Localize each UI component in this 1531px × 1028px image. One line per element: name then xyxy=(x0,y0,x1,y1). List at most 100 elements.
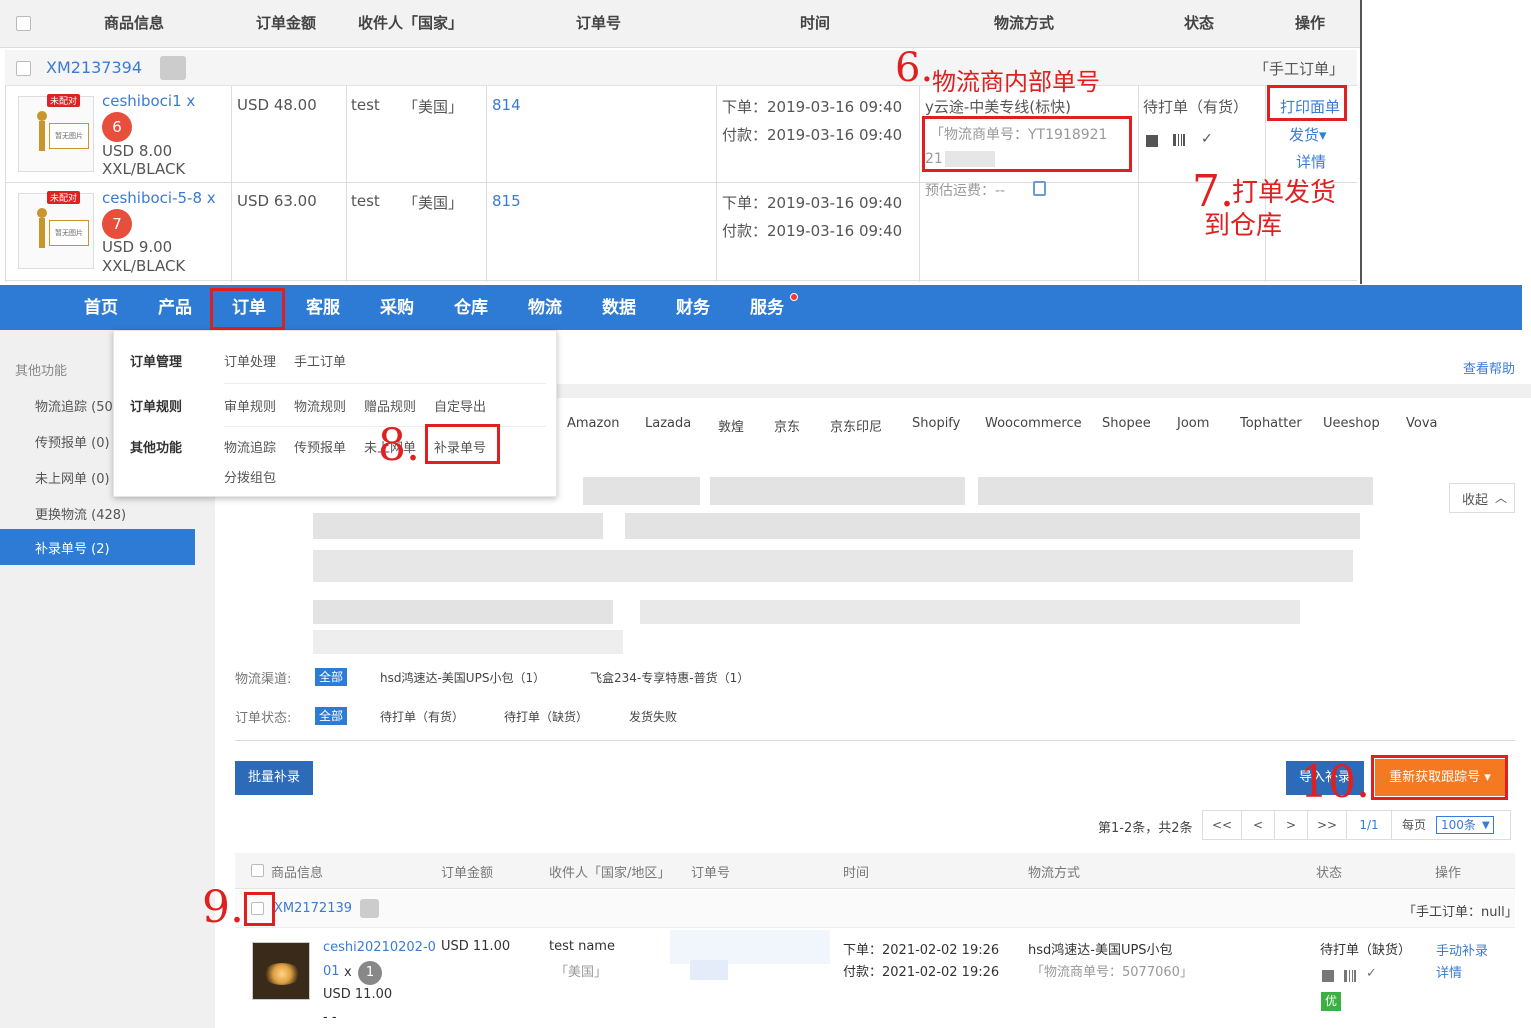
ship-dropdown[interactable]: 发货▾ xyxy=(1289,124,1327,145)
bottom-detail-link[interactable]: 详情 xyxy=(1436,962,1462,981)
platform-dhgate[interactable]: 敦煌 xyxy=(718,416,744,435)
bottom-logistics: hsd鸿速达-美国UPS小包 xyxy=(1028,943,1173,958)
batch-supplement-button[interactable]: 批量补录 xyxy=(235,761,313,795)
platform-amazon[interactable]: Amazon xyxy=(567,416,620,431)
collapse-button[interactable]: 收起 ︿ xyxy=(1449,483,1515,513)
platform-tophatter[interactable]: Tophatter xyxy=(1240,416,1302,431)
check-icon[interactable]: ✓ xyxy=(1366,966,1377,981)
platform-ueeshop[interactable]: Ueeshop xyxy=(1323,416,1380,431)
per-page-box: 每页 100条 ▼ xyxy=(1391,810,1511,840)
channel-option-1[interactable]: hsd鸿速达-美国UPS小包（1） xyxy=(380,669,545,686)
top-select-all-checkbox[interactable] xyxy=(16,16,31,31)
sidebar-item-not-online[interactable]: 未上网单 (0) xyxy=(35,468,110,487)
status-all-tag[interactable]: 全部 xyxy=(315,707,348,725)
bottom-group-flag-icon[interactable] xyxy=(360,899,379,918)
page-indicator: 1/1 xyxy=(1346,810,1392,840)
page-next[interactable]: > xyxy=(1274,810,1308,840)
bottom-th-order-no: 订单号 xyxy=(691,866,731,881)
menu-item-gift-rules[interactable]: 赠品规则 xyxy=(364,396,416,415)
platform-joom[interactable]: Joom xyxy=(1177,416,1209,431)
annotation-9: 9. xyxy=(202,882,244,933)
menu-item-audit-rules[interactable]: 审单规则 xyxy=(224,396,276,415)
platform-woocommerce[interactable]: Woocommerce xyxy=(985,416,1082,431)
platform-lazada[interactable]: Lazada xyxy=(645,416,691,431)
menu-item-manual-order[interactable]: 手工订单 xyxy=(294,351,346,370)
menu-item-logistics-rules[interactable]: 物流规则 xyxy=(294,396,346,415)
nav-home[interactable]: 首页 xyxy=(84,285,118,330)
thumb-placeholder-text: 暂无图片 xyxy=(49,123,89,149)
nav-data[interactable]: 数据 xyxy=(602,285,636,330)
product-thumbnail[interactable]: 未配对 暂无图片 xyxy=(18,94,94,172)
top-group-checkbox[interactable] xyxy=(16,61,31,76)
calculator-icon[interactable] xyxy=(1033,181,1046,196)
help-link[interactable]: 查看帮助 xyxy=(1463,358,1515,377)
sidebar-item-supplement[interactable]: 补录单号 (2) xyxy=(0,529,195,565)
bottom-group-id-link[interactable]: XM2172139 xyxy=(274,901,352,916)
bottom-select-all-checkbox[interactable] xyxy=(251,864,264,877)
nav-warehouse[interactable]: 仓库 xyxy=(454,285,488,330)
sku-link[interactable]: ceshiboci-5-8 x xyxy=(102,189,216,207)
top-group-id-link[interactable]: XM2137394 xyxy=(46,58,142,77)
barcode-icon[interactable] xyxy=(1173,134,1185,146)
bottom-group-checkbox[interactable] xyxy=(251,902,264,915)
nav-purchase[interactable]: 采购 xyxy=(380,285,414,330)
detail-link[interactable]: 详情 xyxy=(1296,151,1326,172)
chevron-down-icon: ▼ xyxy=(1482,820,1490,831)
status-option-1[interactable]: 待打单（有货） xyxy=(380,708,464,725)
barcode-icon[interactable] xyxy=(1344,970,1356,982)
platform-jd[interactable]: 京东 xyxy=(774,416,800,435)
bottom-order-time: 下单：2021-02-02 19:26 xyxy=(843,943,1000,958)
top-th-time: 时间 xyxy=(800,14,831,32)
product-thumbnail[interactable]: 未配对 暂无图片 xyxy=(18,191,94,269)
refetch-tracking-button[interactable]: 重新获取跟踪号 ▾ xyxy=(1375,759,1505,796)
page-first[interactable]: << xyxy=(1202,810,1242,840)
bottom-recipient: test name xyxy=(549,939,615,954)
unit-price: USD 9.00 xyxy=(102,238,173,256)
order-no-link[interactable]: 814 xyxy=(492,96,521,114)
bottom-th-logistics: 物流方式 xyxy=(1028,866,1081,881)
bottom-group-type: 「手工订单：null」 xyxy=(1403,905,1518,920)
order-no-link[interactable]: 815 xyxy=(492,192,521,210)
order-time: 下单：2019-03-16 09:40 xyxy=(722,98,903,116)
page-last[interactable]: >> xyxy=(1307,810,1347,840)
manual-supplement-link[interactable]: 手动补录 xyxy=(1436,940,1488,959)
bottom-sku-link[interactable]: ceshi20210202-0 xyxy=(323,940,436,955)
copy-icon[interactable] xyxy=(1146,135,1158,147)
nav-order[interactable]: 订单 xyxy=(232,285,266,330)
nav-logistics[interactable]: 物流 xyxy=(528,285,562,330)
copy-icon[interactable] xyxy=(1322,970,1334,982)
channel-all-tag[interactable]: 全部 xyxy=(315,668,348,686)
menu-item-tracking[interactable]: 物流追踪 xyxy=(224,437,276,456)
print-label-link[interactable]: 打印面单 xyxy=(1280,96,1340,117)
menu-item-prereport[interactable]: 传预报单 xyxy=(294,437,346,456)
status-text: 待打单（有货） xyxy=(1143,98,1249,116)
platform-shopify[interactable]: Shopify xyxy=(912,416,960,431)
bottom-qty-badge: 1 xyxy=(358,961,382,985)
page-prev[interactable]: < xyxy=(1241,810,1275,840)
platform-jd-id[interactable]: 京东印尼 xyxy=(830,416,882,435)
nav-services[interactable]: 服务 xyxy=(750,285,784,330)
sidebar-item-change-logistics[interactable]: 更换物流 (428) xyxy=(35,504,126,523)
top-group-flag-icon[interactable] xyxy=(160,56,186,80)
status-option-2[interactable]: 待打单（缺货） xyxy=(504,708,588,725)
nav-service[interactable]: 客服 xyxy=(306,285,340,330)
qty-badge: 6 xyxy=(102,112,132,142)
menu-item-supplement[interactable]: 补录单号 xyxy=(434,437,486,456)
sidebar-item-tracking[interactable]: 物流追踪 (505 xyxy=(35,396,121,415)
channel-option-2[interactable]: 飞盒234-专享特惠-普货（1） xyxy=(590,669,749,686)
platform-shopee[interactable]: Shopee xyxy=(1102,416,1151,431)
nav-product[interactable]: 产品 xyxy=(158,285,192,330)
product-image[interactable] xyxy=(252,942,310,1000)
check-icon[interactable]: ✓ xyxy=(1201,131,1213,147)
menu-item-order-process[interactable]: 订单处理 xyxy=(224,351,276,370)
menu-item-distribute[interactable]: 分拨组包 xyxy=(224,467,276,486)
nav-finance[interactable]: 财务 xyxy=(676,285,710,330)
sidebar-item-prereport[interactable]: 传预报单 (0) xyxy=(35,432,110,451)
menu-item-custom-export[interactable]: 自定导出 xyxy=(434,396,486,415)
pay-time: 付款：2019-03-16 09:40 xyxy=(722,222,903,240)
status-option-3[interactable]: 发货失败 xyxy=(629,708,677,725)
sku-link[interactable]: ceshiboci1 x xyxy=(102,92,195,110)
order-amount: USD 63.00 xyxy=(237,192,317,210)
bottom-sku-link-cont[interactable]: 01 xyxy=(323,964,340,979)
platform-vova[interactable]: Vova xyxy=(1406,416,1438,431)
